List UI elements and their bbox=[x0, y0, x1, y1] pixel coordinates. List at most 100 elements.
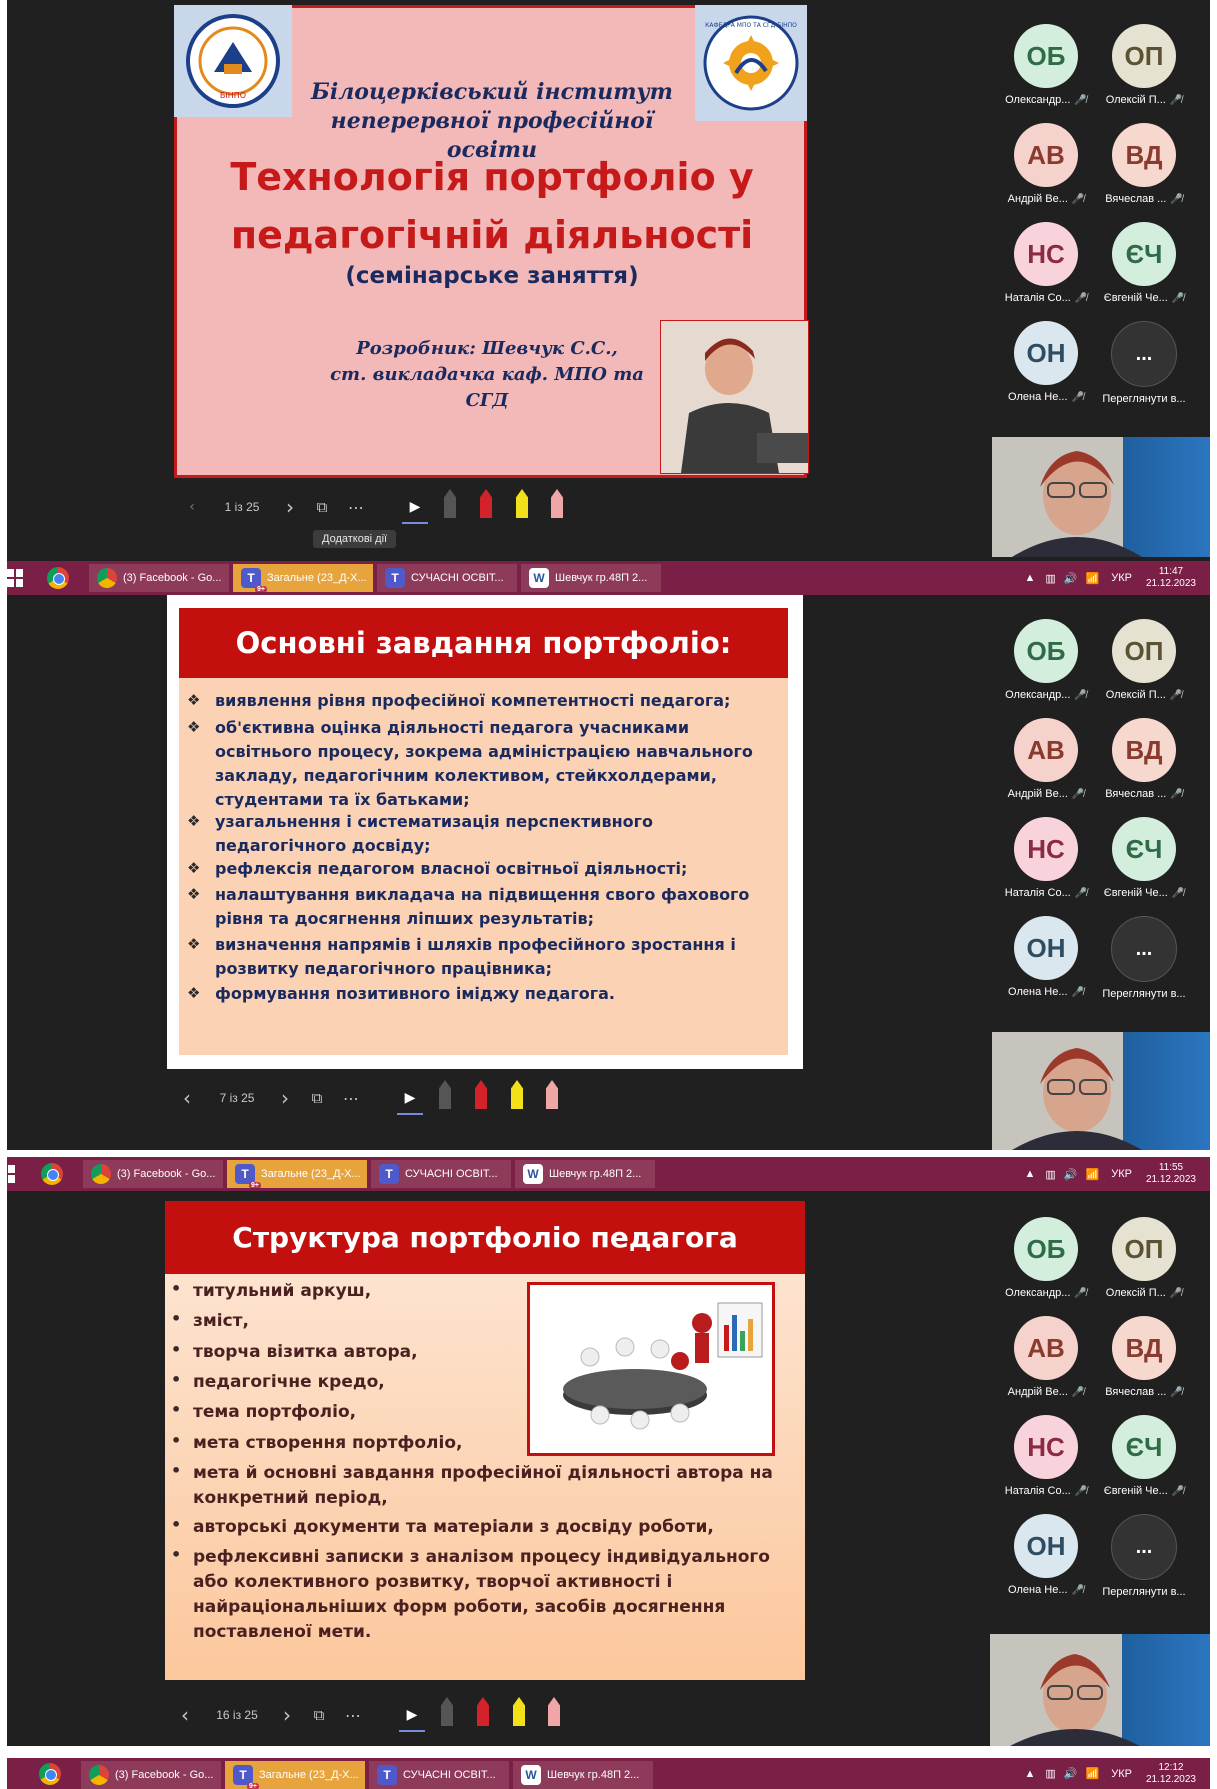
clock[interactable]: 11:55 21.12.2023 bbox=[1146, 1162, 1196, 1186]
red-pen-icon[interactable] bbox=[473, 1697, 493, 1730]
chrome-icon[interactable] bbox=[47, 567, 69, 589]
slides-grid-icon[interactable]: ⧉ bbox=[312, 492, 332, 522]
taskbar-item-teams-modern[interactable]: T СУЧАСНІ ОСВІТ... bbox=[369, 1761, 509, 1789]
pointer-tool-icon[interactable]: ▶ bbox=[402, 492, 428, 524]
next-slide-button[interactable]: › bbox=[277, 1700, 297, 1730]
teams-icon: T 9+ bbox=[241, 568, 267, 592]
prev-slide-button[interactable]: ‹ bbox=[182, 492, 202, 522]
participant-tile[interactable]: ОП Олексій П... 🎤̸ bbox=[1084, 1217, 1204, 1299]
prev-slide-button[interactable]: ‹ bbox=[175, 1700, 195, 1730]
self-video bbox=[992, 1032, 1210, 1150]
taskbar-item-teams-general[interactable]: T 9+ Загальне (23_Д-Х... bbox=[225, 1761, 365, 1789]
system-tray: ▲ ▥ 🔊 📶 УКР 11:55 21.12.2023 bbox=[1025, 1157, 1211, 1191]
avatar: ЄЧ bbox=[1112, 817, 1176, 881]
pink-pen-icon[interactable] bbox=[544, 1697, 564, 1730]
more-actions-button[interactable]: ⋯ bbox=[342, 1700, 364, 1730]
participant-name: Олександр... bbox=[1005, 94, 1071, 106]
view-all-participants-button[interactable]: ... Переглянути в... bbox=[1084, 916, 1204, 1000]
taskbar: (3) Facebook - Go... T 9+ Загальне (23_Д-Х… bbox=[7, 1758, 1210, 1789]
highlighter-icon[interactable] bbox=[512, 489, 532, 522]
chrome-icon[interactable] bbox=[41, 1163, 63, 1185]
chrome-icon[interactable] bbox=[39, 1763, 61, 1785]
taskbar-item-facebook[interactable]: (3) Facebook - Go... bbox=[89, 564, 229, 592]
windows-start-icon[interactable] bbox=[7, 569, 23, 587]
windows-start-icon[interactable] bbox=[0, 1165, 15, 1183]
next-slide-button[interactable]: › bbox=[280, 492, 300, 522]
taskbar-item-facebook[interactable]: (3) Facebook - Go... bbox=[81, 1761, 221, 1789]
eraser-tool-icon[interactable] bbox=[435, 1080, 455, 1113]
slides-grid-icon[interactable]: ⧉ bbox=[309, 1700, 329, 1730]
more-actions-button[interactable]: ⋯ bbox=[340, 1083, 362, 1113]
network-icon[interactable]: ▥ bbox=[1045, 1168, 1055, 1181]
highlighter-icon[interactable] bbox=[507, 1080, 527, 1113]
eraser-tool-icon[interactable] bbox=[437, 1697, 457, 1730]
list-item: творча візитка автора, bbox=[193, 1342, 418, 1362]
avatar: ОН bbox=[1014, 916, 1078, 980]
taskbar-item-teams-general[interactable]: T 9+ Загальне (23_Д-Х... bbox=[227, 1160, 367, 1188]
wifi-icon[interactable]: 📶 bbox=[1086, 1168, 1100, 1181]
wifi-icon[interactable]: 📶 bbox=[1086, 572, 1100, 585]
mic-muted-icon: 🎤̸ bbox=[1169, 95, 1183, 106]
taskbar-item-facebook[interactable]: (3) Facebook - Go... bbox=[83, 1160, 223, 1188]
volume-icon[interactable]: 🔊 bbox=[1064, 1767, 1078, 1780]
list-item: мета й основні завдання професійної діял… bbox=[193, 1463, 773, 1508]
tray-chevron-icon[interactable]: ▲ bbox=[1025, 1768, 1036, 1780]
taskbar-item-teams-general[interactable]: T 9+ Загальне (23_Д-Х... bbox=[233, 564, 373, 592]
participant-tile[interactable]: ВД Вячеслав ... 🎤̸ bbox=[1084, 1316, 1204, 1398]
eraser-tool-icon[interactable] bbox=[440, 489, 460, 522]
taskbar-item-word-doc[interactable]: W Шевчук гр.48П 2... bbox=[513, 1761, 653, 1789]
language-indicator[interactable]: УКР bbox=[1111, 1168, 1132, 1180]
slides-grid-icon[interactable]: ⧉ bbox=[307, 1083, 327, 1113]
teams-icon: T 9+ bbox=[233, 1765, 259, 1789]
participant-tile[interactable]: ВД Вячеслав ... 🎤̸ bbox=[1084, 123, 1204, 205]
participant-tile[interactable]: ЄЧ Євгеній Че... 🎤̸ bbox=[1084, 222, 1204, 304]
slide-2-list: ❖ виявлення рівня професійної компетентно… bbox=[179, 685, 788, 1055]
language-indicator[interactable]: УКР bbox=[1111, 1768, 1132, 1780]
tray-chevron-icon[interactable]: ▲ bbox=[1025, 1168, 1036, 1180]
volume-icon[interactable]: 🔊 bbox=[1064, 1168, 1078, 1181]
more-actions-button[interactable]: ⋯ bbox=[345, 492, 367, 522]
network-icon[interactable]: ▥ bbox=[1045, 1767, 1055, 1780]
taskbar: (3) Facebook - Go... T 9+ Загальне (23_Д-Х… bbox=[0, 1157, 1211, 1191]
view-all-participants-button[interactable]: ... Переглянути в... bbox=[1084, 321, 1204, 405]
taskbar-item-word-doc[interactable]: W Шевчук гр.48П 2... bbox=[515, 1160, 655, 1188]
taskbar-item-teams-modern[interactable]: T СУЧАСНІ ОСВІТ... bbox=[377, 564, 517, 592]
taskbar-item-word-doc[interactable]: W Шевчук гр.48П 2... bbox=[521, 564, 661, 592]
tray-chevron-icon[interactable]: ▲ bbox=[1025, 572, 1036, 584]
next-slide-button[interactable]: › bbox=[275, 1083, 295, 1113]
bullet-icon: • bbox=[171, 1279, 182, 1298]
taskbar-item-teams-modern[interactable]: T СУЧАСНІ ОСВІТ... bbox=[371, 1160, 511, 1188]
wifi-icon[interactable]: 📶 bbox=[1086, 1767, 1100, 1780]
document-icon: W bbox=[529, 568, 549, 588]
participant-tile[interactable]: ЄЧ Євгеній Че... 🎤̸ bbox=[1084, 1415, 1204, 1497]
participant-tile[interactable]: ОП Олексій П... 🎤̸ bbox=[1084, 24, 1204, 106]
view-all-participants-button[interactable]: ... Переглянути в... bbox=[1084, 1514, 1204, 1598]
network-icon[interactable]: ▥ bbox=[1045, 572, 1055, 585]
participant-name: Переглянути в... bbox=[1102, 393, 1186, 405]
more-icon: ... bbox=[1111, 1514, 1177, 1580]
participant-tile[interactable]: ВД Вячеслав ... 🎤̸ bbox=[1084, 718, 1204, 800]
participant-name: Олексій П... bbox=[1105, 1287, 1166, 1299]
tooltip: Додаткові дії bbox=[313, 530, 397, 548]
institute-logo-icon: БІНПО bbox=[186, 14, 280, 108]
pointer-tool-icon[interactable]: ▶ bbox=[397, 1083, 423, 1115]
bullet-icon: • bbox=[171, 1545, 182, 1564]
pointer-tool-icon[interactable]: ▶ bbox=[399, 1700, 425, 1732]
clock[interactable]: 11:47 21.12.2023 bbox=[1146, 566, 1196, 590]
participant-name: Наталія Со... bbox=[1004, 887, 1071, 899]
highlighter-icon[interactable] bbox=[509, 1697, 529, 1730]
pink-pen-icon[interactable] bbox=[542, 1080, 562, 1113]
red-pen-icon[interactable] bbox=[471, 1080, 491, 1113]
language-indicator[interactable]: УКР bbox=[1111, 572, 1132, 584]
red-pen-icon[interactable] bbox=[476, 489, 496, 522]
presenter-camera-icon bbox=[1010, 1654, 1140, 1746]
mic-muted-icon: 🎤̸ bbox=[1171, 293, 1185, 304]
participant-tile[interactable]: ОП Олексій П... 🎤̸ bbox=[1084, 619, 1204, 701]
clock[interactable]: 12:12 21.12.2023 bbox=[1146, 1762, 1196, 1786]
avatar: ОН bbox=[1014, 1514, 1078, 1578]
participant-tile[interactable]: ЄЧ Євгеній Че... 🎤̸ bbox=[1084, 817, 1204, 899]
prev-slide-button[interactable]: ‹ bbox=[177, 1083, 197, 1113]
pink-pen-icon[interactable] bbox=[547, 489, 567, 522]
volume-icon[interactable]: 🔊 bbox=[1064, 572, 1078, 585]
avatar: АВ bbox=[1014, 123, 1078, 187]
